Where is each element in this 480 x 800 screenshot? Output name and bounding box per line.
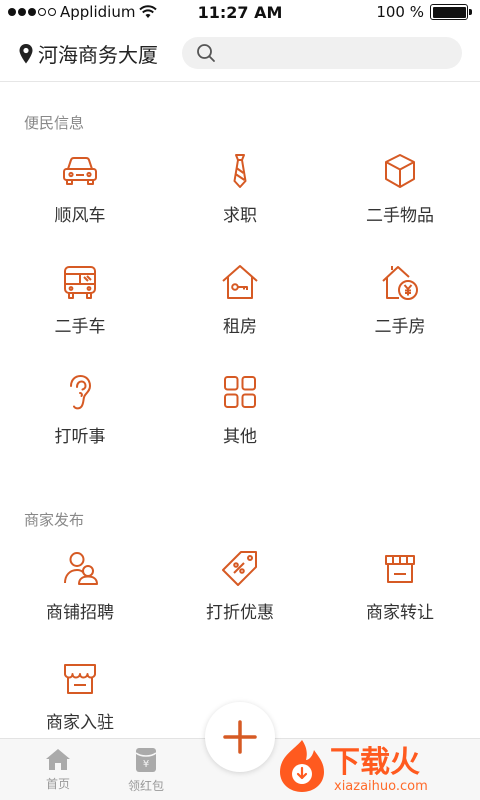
tab-red-packet[interactable]: ¥ 领红包 xyxy=(116,747,176,794)
svg-text:¥: ¥ xyxy=(143,759,149,770)
section-title-merchants: 商家发布 xyxy=(24,511,85,529)
battery-icon xyxy=(430,4,472,20)
grid-item-label: 二手车 xyxy=(54,317,106,337)
users-icon xyxy=(64,552,98,585)
grid-item-merchant-onboarding[interactable]: 商家入驻 xyxy=(0,650,160,750)
grid-item-label: 打折优惠 xyxy=(206,603,274,623)
grid-item-second-hand-house[interactable]: 二手房 xyxy=(320,254,480,354)
grid-item-label: 租房 xyxy=(223,317,257,337)
watermark-text: 下载火 xyxy=(330,745,420,780)
status-right: 100 % xyxy=(376,3,472,21)
ear-icon xyxy=(70,375,91,410)
search-icon xyxy=(197,44,215,62)
search-bar[interactable] xyxy=(182,37,462,69)
home-icon xyxy=(46,749,70,770)
watermark-url: xiazaihuo.com xyxy=(334,779,428,794)
tab-home-label: 首页 xyxy=(45,777,70,791)
publish-button[interactable] xyxy=(205,702,275,772)
grid-item-label: 商家转让 xyxy=(366,603,434,623)
grid-item-shop-recruiting[interactable]: 商铺招聘 xyxy=(0,540,160,640)
location-name: 河海商务大厦 xyxy=(38,43,158,67)
storefront-icon xyxy=(385,555,415,583)
location-selector[interactable]: 河海商务大厦 xyxy=(18,39,158,68)
grid-item-discounts[interactable]: 打折优惠 xyxy=(160,540,320,640)
section-title-convenience: 便民信息 xyxy=(24,114,85,132)
grid-item-second-hand-goods[interactable]: 二手物品 xyxy=(320,143,480,243)
location-pin-icon xyxy=(19,43,33,63)
grid-item-label: 二手房 xyxy=(374,317,426,337)
grid-item-used-car[interactable]: 二手车 xyxy=(0,254,160,354)
discount-tag-icon xyxy=(222,551,257,586)
grid-item-label: 商家入驻 xyxy=(46,713,114,733)
grid-item-inquire[interactable]: 打听事 xyxy=(0,364,160,464)
grid-item-job-seeking[interactable]: 求职 xyxy=(160,143,320,243)
plus-icon xyxy=(223,720,257,754)
car-icon xyxy=(63,157,97,185)
grid-item-business-transfer[interactable]: 商家转让 xyxy=(320,540,480,640)
header: 河海商务大厦 xyxy=(0,26,480,82)
battery-percent: 100 % xyxy=(376,3,424,21)
tab-red-packet-label: 领红包 xyxy=(127,779,164,793)
box-icon xyxy=(385,154,415,188)
grid-item-label: 其他 xyxy=(223,427,257,447)
grid-item-other[interactable]: 其他 xyxy=(160,364,320,464)
house-yen-icon xyxy=(382,266,418,300)
status-bar: Applidium 11:27 AM 100 % xyxy=(0,0,480,26)
watermark-logo: 下载火 xiazaihuo.com xyxy=(280,740,428,794)
store-enter-icon xyxy=(64,664,96,694)
grid-item-ride-share[interactable]: 顺风车 xyxy=(0,143,160,243)
bus-icon xyxy=(64,266,96,299)
house-key-icon xyxy=(222,265,258,299)
search-input[interactable] xyxy=(224,45,444,61)
grid-item-label: 商铺招聘 xyxy=(46,603,114,623)
red-packet-icon: ¥ xyxy=(135,748,157,772)
grid-item-rent-house[interactable]: 租房 xyxy=(160,254,320,354)
grid-item-label: 顺风车 xyxy=(54,206,106,226)
tab-home[interactable]: 首页 xyxy=(28,747,88,792)
tie-icon xyxy=(233,154,247,188)
grid-item-label: 打听事 xyxy=(54,427,106,447)
grid-item-label: 求职 xyxy=(223,206,257,226)
grid-item-label: 二手物品 xyxy=(366,206,434,226)
grid-icon xyxy=(224,376,256,408)
